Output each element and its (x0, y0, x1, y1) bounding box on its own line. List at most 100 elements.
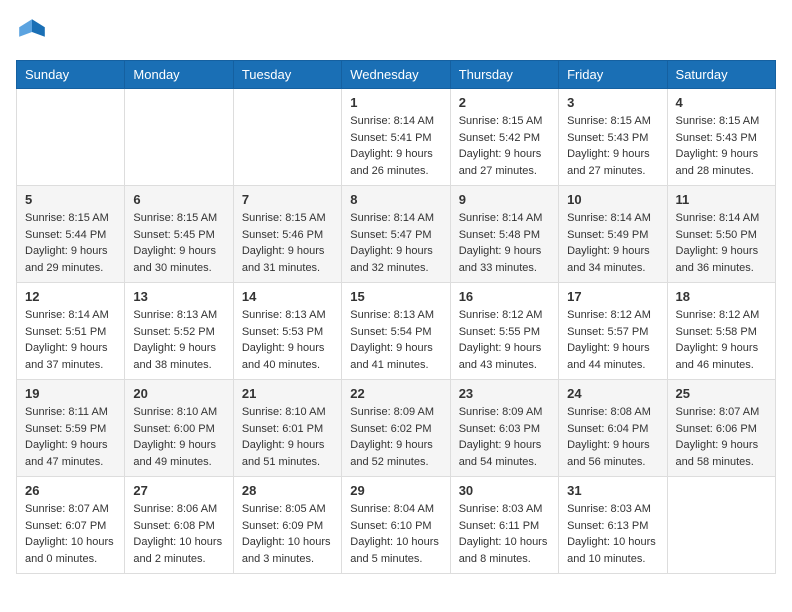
day-info: Sunrise: 8:15 AM Sunset: 5:44 PM Dayligh… (25, 210, 116, 276)
day-cell-21: 21 Sunrise: 8:10 AM Sunset: 6:01 PM Dayli… (233, 380, 341, 477)
day-cell-15: 15Sunrise: 8:13 AM Sunset: 5:54 PM Dayli… (342, 283, 450, 380)
day-info: Sunrise: 8:03 AM Sunset: 6:13 PM Dayligh… (567, 501, 658, 567)
day-number: 27 (133, 483, 224, 498)
day-info: Sunrise: 8:14 AM Sunset: 5:50 PM Dayligh… (676, 210, 767, 276)
day-cell-20: 20 Sunrise: 8:10 AM Sunset: 6:00 PM Dayli… (125, 380, 233, 477)
day-cell-12: 12Sunrise: 8:14 AM Sunset: 5:51 PM Dayli… (17, 283, 125, 380)
day-info: Sunrise: 8:15 AM Sunset: 5:43 PM Dayligh… (567, 113, 658, 179)
day-info: Sunrise: 8:12 AM Sunset: 5:58 PM Dayligh… (676, 307, 767, 373)
day-info: Sunrise: 8:15 AM Sunset: 5:46 PM Dayligh… (242, 210, 333, 276)
day-info: Sunrise: 8:15 AM Sunset: 5:42 PM Dayligh… (459, 113, 550, 179)
day-info: Sunrise: 8:09 AM Sunset: 6:03 PM Dayligh… (459, 404, 550, 470)
day-number: 6 (133, 192, 224, 207)
day-cell-2: 2 Sunrise: 8:15 AM Sunset: 5:42 PM Daylig… (450, 89, 558, 186)
week-row-5: 26Sunrise: 8:07 AM Sunset: 6:07 PM Dayli… (17, 477, 776, 574)
day-info: Sunrise: 8:14 AM Sunset: 5:41 PM Dayligh… (350, 113, 441, 179)
day-cell-31: 31 Sunrise: 8:03 AM Sunset: 6:13 PM Dayli… (559, 477, 667, 574)
empty-cell (667, 477, 775, 574)
page-header (16, 16, 776, 48)
empty-cell (233, 89, 341, 186)
day-number: 16 (459, 289, 550, 304)
day-info: Sunrise: 8:13 AM Sunset: 5:52 PM Dayligh… (133, 307, 224, 373)
day-number: 13 (133, 289, 224, 304)
day-info: Sunrise: 8:10 AM Sunset: 6:00 PM Dayligh… (133, 404, 224, 470)
day-info: Sunrise: 8:12 AM Sunset: 5:57 PM Dayligh… (567, 307, 658, 373)
day-info: Sunrise: 8:10 AM Sunset: 6:01 PM Dayligh… (242, 404, 333, 470)
day-cell-13: 13 Sunrise: 8:13 AM Sunset: 5:52 PM Dayli… (125, 283, 233, 380)
logo (16, 16, 52, 48)
day-cell-14: 14 Sunrise: 8:13 AM Sunset: 5:53 PM Dayli… (233, 283, 341, 380)
day-number: 20 (133, 386, 224, 401)
day-number: 11 (676, 192, 767, 207)
day-number: 30 (459, 483, 550, 498)
day-info: Sunrise: 8:13 AM Sunset: 5:53 PM Dayligh… (242, 307, 333, 373)
day-cell-18: 18Sunrise: 8:12 AM Sunset: 5:58 PM Dayli… (667, 283, 775, 380)
day-cell-25: 25 Sunrise: 8:07 AM Sunset: 6:06 PM Dayli… (667, 380, 775, 477)
day-info: Sunrise: 8:11 AM Sunset: 5:59 PM Dayligh… (25, 404, 116, 470)
day-number: 17 (567, 289, 658, 304)
day-number: 1 (350, 95, 441, 110)
day-info: Sunrise: 8:14 AM Sunset: 5:47 PM Dayligh… (350, 210, 441, 276)
weekday-header-saturday: Saturday (667, 61, 775, 89)
day-cell-10: 10 Sunrise: 8:14 AM Sunset: 5:49 PM Dayli… (559, 186, 667, 283)
day-cell-16: 16Sunrise: 8:12 AM Sunset: 5:55 PM Dayli… (450, 283, 558, 380)
day-number: 28 (242, 483, 333, 498)
weekday-header-wednesday: Wednesday (342, 61, 450, 89)
day-info: Sunrise: 8:14 AM Sunset: 5:49 PM Dayligh… (567, 210, 658, 276)
day-cell-9: 9 Sunrise: 8:14 AM Sunset: 5:48 PM Daylig… (450, 186, 558, 283)
day-info: Sunrise: 8:04 AM Sunset: 6:10 PM Dayligh… (350, 501, 441, 567)
day-cell-19: 19 Sunrise: 8:11 AM Sunset: 5:59 PM Dayli… (17, 380, 125, 477)
day-info: Sunrise: 8:06 AM Sunset: 6:08 PM Dayligh… (133, 501, 224, 567)
weekday-header-friday: Friday (559, 61, 667, 89)
week-row-2: 5Sunrise: 8:15 AM Sunset: 5:44 PM Daylig… (17, 186, 776, 283)
day-number: 9 (459, 192, 550, 207)
day-number: 2 (459, 95, 550, 110)
day-info: Sunrise: 8:07 AM Sunset: 6:06 PM Dayligh… (676, 404, 767, 470)
calendar-body: 1 Sunrise: 8:14 AM Sunset: 5:41 PM Daylig… (17, 89, 776, 574)
day-number: 25 (676, 386, 767, 401)
empty-cell (17, 89, 125, 186)
day-number: 14 (242, 289, 333, 304)
day-info: Sunrise: 8:09 AM Sunset: 6:02 PM Dayligh… (350, 404, 441, 470)
weekday-header-thursday: Thursday (450, 61, 558, 89)
day-info: Sunrise: 8:14 AM Sunset: 5:51 PM Dayligh… (25, 307, 116, 373)
day-cell-8: 8 Sunrise: 8:14 AM Sunset: 5:47 PM Daylig… (342, 186, 450, 283)
day-cell-1: 1 Sunrise: 8:14 AM Sunset: 5:41 PM Daylig… (342, 89, 450, 186)
week-row-1: 1 Sunrise: 8:14 AM Sunset: 5:41 PM Daylig… (17, 89, 776, 186)
day-cell-28: 28 Sunrise: 8:05 AM Sunset: 6:09 PM Dayli… (233, 477, 341, 574)
calendar-header: SundayMondayTuesdayWednesdayThursdayFrid… (17, 61, 776, 89)
day-cell-29: 29 Sunrise: 8:04 AM Sunset: 6:10 PM Dayli… (342, 477, 450, 574)
day-number: 3 (567, 95, 658, 110)
day-cell-4: 4 Sunrise: 8:15 AM Sunset: 5:43 PM Daylig… (667, 89, 775, 186)
day-info: Sunrise: 8:15 AM Sunset: 5:43 PM Dayligh… (676, 113, 767, 179)
day-cell-22: 22Sunrise: 8:09 AM Sunset: 6:02 PM Dayli… (342, 380, 450, 477)
day-cell-7: 7 Sunrise: 8:15 AM Sunset: 5:46 PM Daylig… (233, 186, 341, 283)
day-number: 19 (25, 386, 116, 401)
day-info: Sunrise: 8:15 AM Sunset: 5:45 PM Dayligh… (133, 210, 224, 276)
calendar-table: SundayMondayTuesdayWednesdayThursdayFrid… (16, 60, 776, 574)
day-number: 10 (567, 192, 658, 207)
week-row-4: 19 Sunrise: 8:11 AM Sunset: 5:59 PM Dayli… (17, 380, 776, 477)
day-cell-5: 5Sunrise: 8:15 AM Sunset: 5:44 PM Daylig… (17, 186, 125, 283)
logo-icon (16, 16, 48, 48)
day-cell-17: 17 Sunrise: 8:12 AM Sunset: 5:57 PM Dayli… (559, 283, 667, 380)
day-cell-11: 11 Sunrise: 8:14 AM Sunset: 5:50 PM Dayli… (667, 186, 775, 283)
day-number: 29 (350, 483, 441, 498)
day-cell-3: 3 Sunrise: 8:15 AM Sunset: 5:43 PM Daylig… (559, 89, 667, 186)
day-number: 8 (350, 192, 441, 207)
day-info: Sunrise: 8:08 AM Sunset: 6:04 PM Dayligh… (567, 404, 658, 470)
day-cell-26: 26Sunrise: 8:07 AM Sunset: 6:07 PM Dayli… (17, 477, 125, 574)
day-number: 31 (567, 483, 658, 498)
day-number: 26 (25, 483, 116, 498)
day-info: Sunrise: 8:05 AM Sunset: 6:09 PM Dayligh… (242, 501, 333, 567)
day-number: 23 (459, 386, 550, 401)
day-number: 21 (242, 386, 333, 401)
day-cell-6: 6 Sunrise: 8:15 AM Sunset: 5:45 PM Daylig… (125, 186, 233, 283)
weekday-header-tuesday: Tuesday (233, 61, 341, 89)
weekday-header-monday: Monday (125, 61, 233, 89)
day-info: Sunrise: 8:14 AM Sunset: 5:48 PM Dayligh… (459, 210, 550, 276)
day-number: 7 (242, 192, 333, 207)
day-number: 4 (676, 95, 767, 110)
week-row-3: 12Sunrise: 8:14 AM Sunset: 5:51 PM Dayli… (17, 283, 776, 380)
day-info: Sunrise: 8:03 AM Sunset: 6:11 PM Dayligh… (459, 501, 550, 567)
